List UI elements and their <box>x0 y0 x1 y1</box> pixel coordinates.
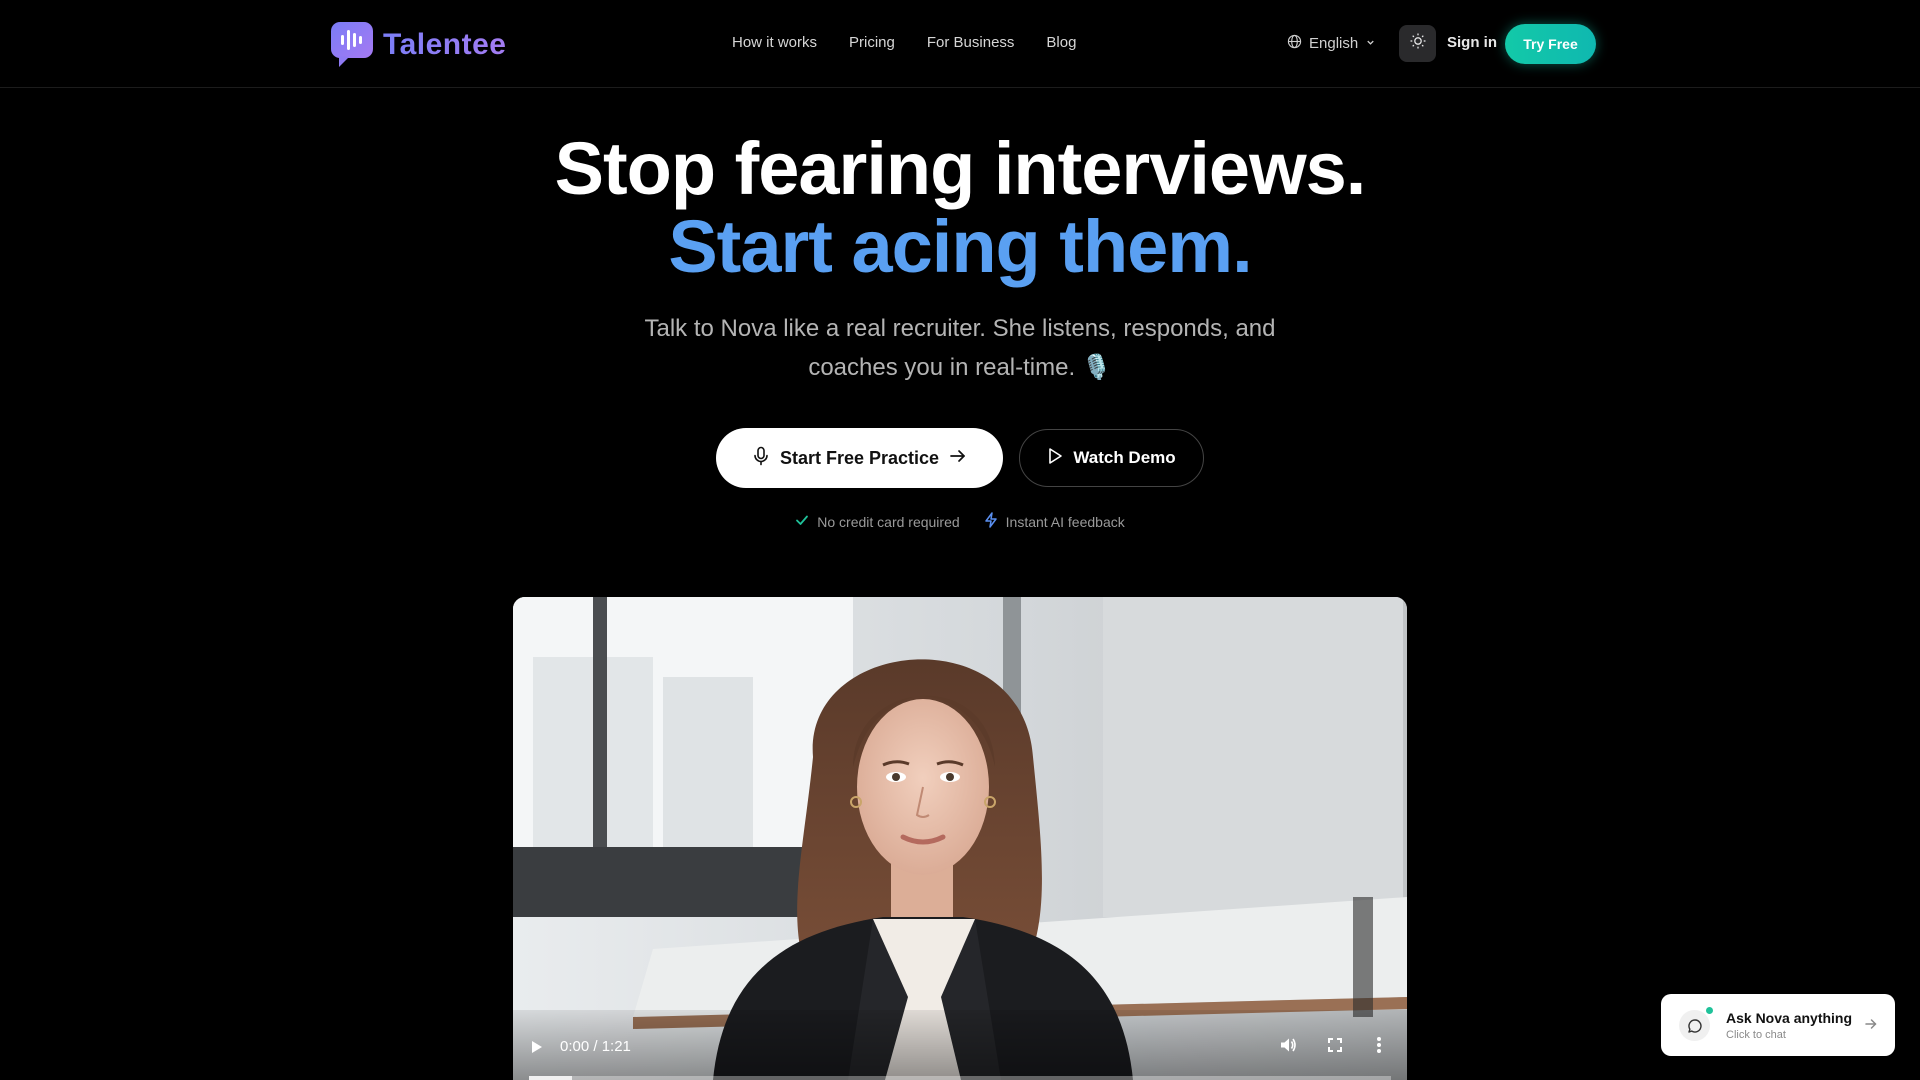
language-selector[interactable]: English <box>1287 34 1376 53</box>
play-icon <box>1047 447 1063 470</box>
mic-icon <box>752 446 770 471</box>
video-progress-bar[interactable] <box>529 1076 1391 1080</box>
globe-icon <box>1287 34 1302 53</box>
fullscreen-icon[interactable] <box>1327 1037 1343 1058</box>
logo-icon <box>331 22 373 68</box>
hero-headline-primary: Stop fearing interviews. <box>554 127 1367 210</box>
trust-badges: No credit card required Instant AI feedb… <box>0 512 1920 531</box>
demo-video-player[interactable]: 0:00 / 1:21 <box>513 597 1407 1080</box>
start-free-practice-label: Start Free Practice <box>779 447 940 468</box>
sign-in-link[interactable]: Sign in <box>1447 34 1497 51</box>
site-header: Talentee How it works Pricing For Busine… <box>0 0 1920 88</box>
badge-no-credit-card: No credit card required <box>795 512 960 531</box>
chevron-down-icon <box>1365 35 1376 52</box>
chat-widget-title: Ask Nova anything <box>1726 1010 1853 1026</box>
start-free-practice-button[interactable]: Start Free Practice <box>716 428 1003 488</box>
watch-demo-label: Watch Demo <box>1073 448 1176 467</box>
badge-instant-feedback-label: Instant AI feedback <box>1005 513 1125 530</box>
video-progress-fill <box>529 1076 573 1080</box>
volume-icon[interactable] <box>1279 1036 1297 1059</box>
brand-logo[interactable]: Talentee <box>331 22 507 68</box>
play-icon[interactable] <box>531 1040 543 1059</box>
try-free-button[interactable]: Try Free <box>1505 24 1596 64</box>
more-vertical-icon[interactable] <box>1376 1036 1382 1059</box>
lightning-icon <box>984 512 998 531</box>
hero-headline-accent: Start acing them. <box>668 205 1252 288</box>
chat-bubble-icon <box>1679 1010 1710 1041</box>
video-frame-image <box>513 597 1407 1080</box>
watch-demo-button[interactable]: Watch Demo <box>1019 429 1204 487</box>
badge-instant-feedback: Instant AI feedback <box>984 512 1125 531</box>
main-nav: How it works Pricing For Business Blog <box>732 34 1076 51</box>
video-controls: 0:00 / 1:21 <box>513 1010 1407 1080</box>
sun-icon <box>1409 32 1427 55</box>
video-time: 0:00 / 1:21 <box>560 1038 631 1055</box>
nav-item-blog[interactable]: Blog <box>1046 34 1076 51</box>
badge-no-credit-card-label: No credit card required <box>817 513 960 530</box>
brand-name: Talentee <box>383 28 507 61</box>
ask-nova-chat-widget[interactable]: Ask Nova anything Click to chat <box>1661 994 1895 1056</box>
language-label: English <box>1309 35 1359 52</box>
online-status-dot <box>1706 1007 1713 1014</box>
theme-toggle-button[interactable] <box>1399 25 1436 62</box>
arrow-right-icon <box>1864 1017 1878 1036</box>
nav-item-how-it-works[interactable]: How it works <box>732 34 817 51</box>
chat-widget-subtitle: Click to chat <box>1726 1029 1786 1041</box>
nav-item-for-business[interactable]: For Business <box>927 34 1015 51</box>
hero-subtitle: Talk to Nova like a real recruiter. She … <box>644 315 1276 381</box>
check-icon <box>795 513 809 530</box>
arrow-right-icon <box>949 448 967 469</box>
nav-item-pricing[interactable]: Pricing <box>849 34 895 51</box>
